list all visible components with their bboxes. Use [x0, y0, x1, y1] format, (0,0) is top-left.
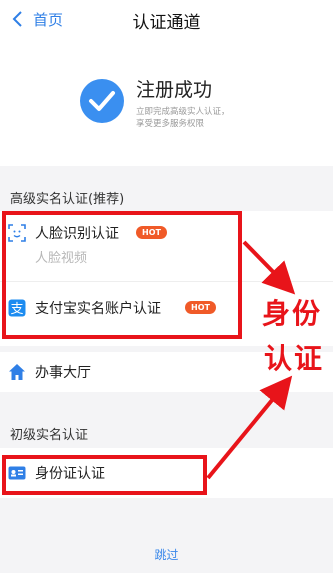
skip-button[interactable]: 跳过	[0, 546, 333, 563]
check-circle-icon	[80, 79, 124, 123]
annotation-text-line1: 身份	[262, 297, 323, 330]
section-header-advanced: 高级实名认证(推荐)	[0, 181, 333, 211]
success-subtitle: 立即完成高级实人认证， 享受更多服务权限	[136, 106, 306, 130]
success-title: 注册成功	[136, 79, 213, 101]
success-subtitle-line1: 立即完成高级实人认证，	[136, 107, 230, 117]
page-title: 认证通道	[132, 13, 201, 33]
nav-bar: 首页 认证通道	[0, 0, 333, 42]
annotation-box-advanced	[2, 211, 242, 339]
success-banner: 注册成功 立即完成高级实人认证， 享受更多服务权限	[0, 42, 333, 166]
service-hall-label: 办事大厅	[35, 365, 91, 381]
annotation-text-line2: 认证	[264, 342, 325, 375]
home-icon	[9, 364, 25, 380]
section-header-basic: 初级实名认证	[0, 417, 333, 447]
annotation-box-basic	[2, 455, 207, 495]
success-subtitle-line2: 享受更多服务权限	[136, 119, 205, 129]
